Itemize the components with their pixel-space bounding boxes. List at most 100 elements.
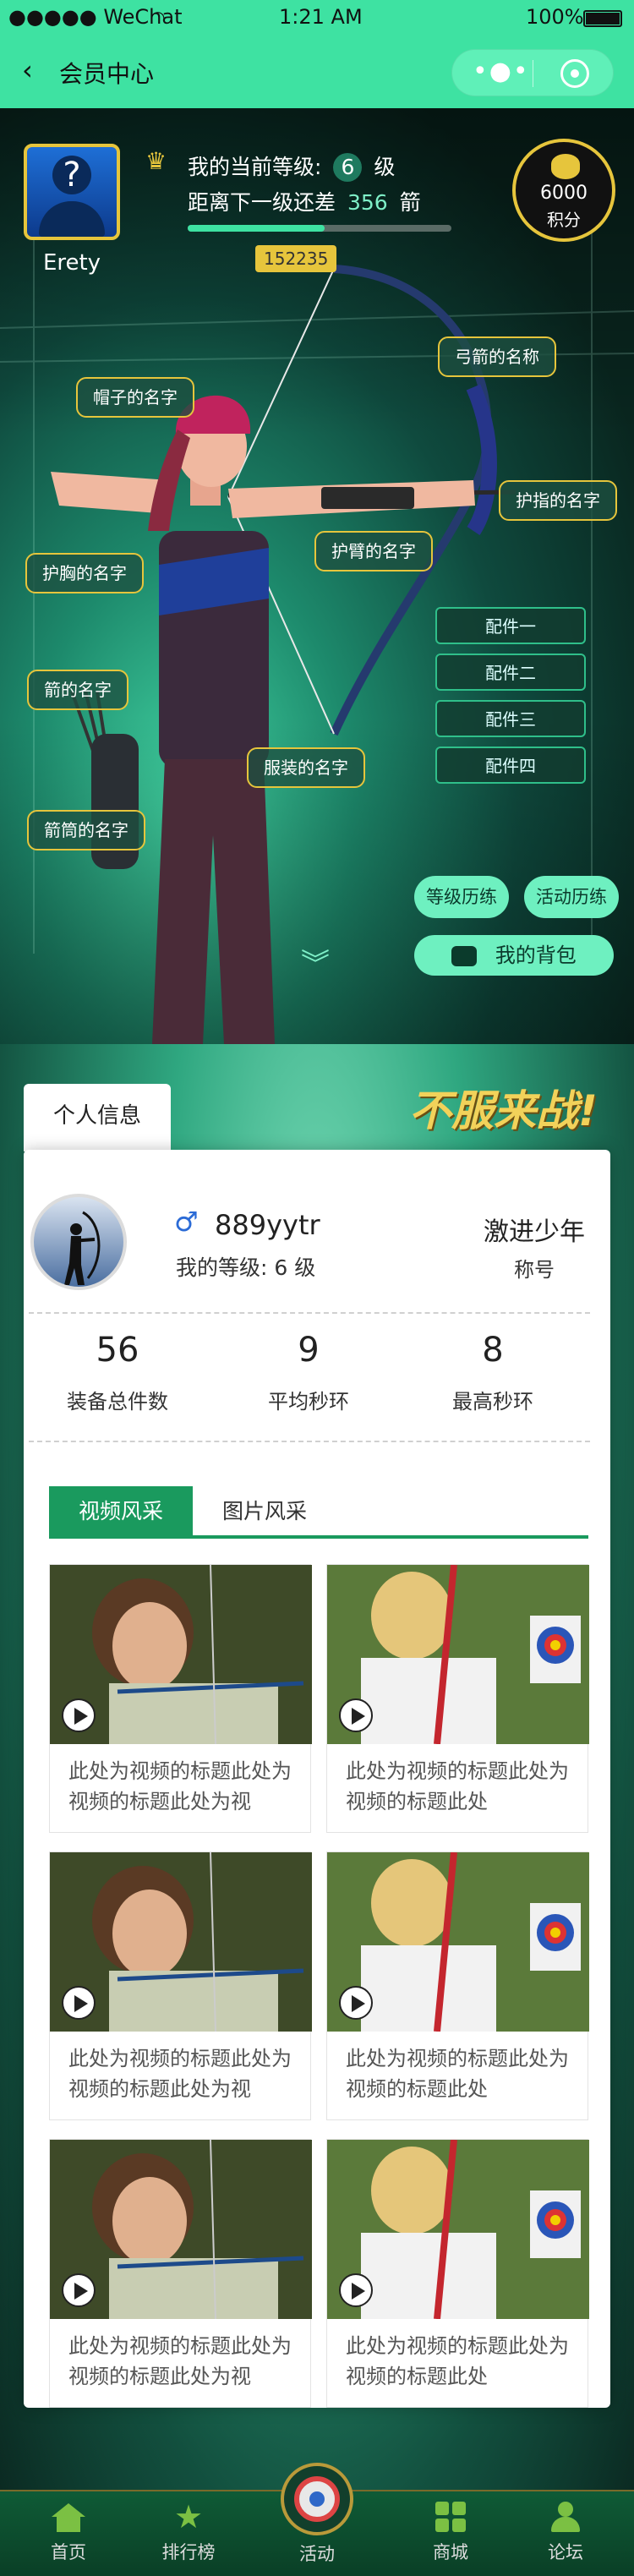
tab-personal-info[interactable]: 个人信息: [24, 1084, 171, 1151]
backpack-icon: [451, 946, 478, 966]
level-label: 我的当前等级:: [188, 155, 322, 179]
hero-section: ? Erety ♛ 我的当前等级: 6 级 距离下一级还差 356 箭 1522…: [0, 108, 634, 1044]
video-title: 此处为视频的标题此处为视频的标题此处: [346, 1759, 569, 1813]
my-level-label: 我的等级:: [176, 1255, 268, 1280]
tab-activity[interactable]: 活动: [254, 2463, 380, 2566]
page-title: 会员中心: [59, 60, 155, 88]
next-level-line: 距离下一级还差 356 箭: [188, 186, 421, 216]
play-icon[interactable]: [339, 1986, 373, 2020]
quiver-name-label[interactable]: 箭筒的名字: [27, 810, 145, 850]
username: Erety: [42, 250, 101, 276]
trophy-icon: ♛: [145, 147, 167, 175]
arrow-name-label[interactable]: 箭的名字: [27, 670, 128, 710]
video-thumbnail[interactable]: [50, 1852, 312, 2032]
divider: [29, 1312, 590, 1314]
accessory-1[interactable]: 配件一: [435, 607, 586, 644]
video-grid: 此处为视频的标题此处为视频的标题此处为视 此处为视频的标题此处为视频的标题此处 此处…: [49, 1564, 590, 2408]
video-card[interactable]: 此处为视频的标题此处为视频的标题此处: [326, 1851, 589, 2120]
tab-photo[interactable]: 图片风采: [193, 1486, 336, 1537]
male-icon: ♂: [174, 1206, 199, 1238]
clothes-name-label[interactable]: 服装的名字: [247, 747, 365, 788]
points-value: 6000: [540, 183, 588, 204]
more-icon[interactable]: •●•: [473, 57, 530, 86]
title-label: 称号: [514, 1258, 555, 1282]
video-card[interactable]: 此处为视频的标题此处为视频的标题此处为视: [49, 1851, 312, 2120]
video-thumbnail[interactable]: [327, 2140, 589, 2319]
tab-shop-label: 商城: [433, 2542, 468, 2562]
video-title: 此处为视频的标题此处为视频的标题此处为视: [68, 2334, 292, 2388]
nav-bar: ‹ 会员中心 •●•: [0, 36, 634, 108]
video-card[interactable]: 此处为视频的标题此处为视频的标题此处为视: [49, 2139, 312, 2408]
backpack-button[interactable]: 我的背包: [414, 935, 614, 976]
slogan: 不服来战!: [409, 1086, 598, 1135]
activity-history-button[interactable]: 活动历练: [524, 876, 619, 918]
video-thumbnail[interactable]: [50, 2140, 312, 2319]
progress-value-badge: 152235: [255, 245, 337, 272]
tab-ranking[interactable]: ★ 排行榜: [125, 2500, 252, 2564]
hat-name-label[interactable]: 帽子的名字: [76, 377, 194, 418]
unknown-avatar-icon: ?: [52, 156, 91, 194]
close-mini-icon[interactable]: [560, 59, 589, 88]
star-icon: ★: [173, 2498, 204, 2535]
status-time: 1:21 AM: [279, 5, 363, 29]
title-value: 激进少年: [484, 1217, 585, 1247]
next-level-label: 距离下一级还差: [188, 190, 336, 215]
archer-silhouette-icon: [64, 1211, 101, 1285]
play-icon[interactable]: [339, 1698, 373, 1732]
video-title: 此处为视频的标题此处为视频的标题此处为视: [68, 2047, 292, 2101]
stat-label-highest: 最高秒环: [452, 1390, 533, 1414]
video-thumbnail[interactable]: [327, 1852, 589, 2032]
stat-label-average: 平均秒环: [268, 1390, 349, 1414]
video-thumbnail[interactable]: [327, 1565, 589, 1744]
accessory-2[interactable]: 配件二: [435, 654, 586, 691]
home-icon: [52, 2503, 85, 2517]
video-card[interactable]: 此处为视频的标题此处为视频的标题此处: [326, 1564, 589, 1833]
video-thumbnail[interactable]: [50, 1565, 312, 1744]
video-card[interactable]: 此处为视频的标题此处为视频的标题此处: [326, 2139, 589, 2408]
points-label: 积分: [547, 210, 581, 230]
avatar[interactable]: ?: [24, 144, 120, 240]
accessory-3[interactable]: 配件三: [435, 700, 586, 737]
stat-value-average: 9: [298, 1331, 320, 1370]
people-icon: [544, 2502, 587, 2532]
tab-video[interactable]: 视频风采: [49, 1486, 193, 1537]
level-line: 我的当前等级: 6 级: [188, 150, 395, 182]
target-icon: [281, 2463, 353, 2535]
accessory-4[interactable]: 配件四: [435, 747, 586, 784]
level-unit: 级: [374, 155, 396, 179]
wifi-icon: ◠: [150, 7, 166, 27]
scroll-down-icon[interactable]: ︾: [301, 950, 330, 979]
video-title: 此处为视频的标题此处为视频的标题此处: [346, 2334, 569, 2388]
status-bar: ●●●●● WeChat ◠ 1:21 AM 100%: [0, 0, 634, 36]
bow-name-label[interactable]: 弓箭的名称: [438, 336, 556, 377]
divider: [29, 1441, 590, 1442]
video-title: 此处为视频的标题此处为视频的标题此处为视: [68, 1759, 292, 1813]
battery-text: 100%: [526, 5, 584, 29]
stat-value-highest: 8: [482, 1331, 504, 1370]
capsule-menu: •●•: [451, 49, 614, 96]
video-card[interactable]: 此处为视频的标题此处为视频的标题此处为视: [49, 1564, 312, 1833]
points-badge[interactable]: 6000 积分: [512, 139, 615, 242]
chest-guard-label[interactable]: 护胸的名字: [25, 553, 144, 593]
battery-icon: [583, 10, 622, 27]
tab-forum[interactable]: 论坛: [502, 2502, 629, 2564]
grid-icon: [435, 2502, 466, 2532]
finger-guard-label[interactable]: 护指的名字: [499, 480, 617, 521]
tab-home[interactable]: 首页: [5, 2503, 132, 2564]
play-icon[interactable]: [62, 2273, 96, 2307]
backpack-label: 我的背包: [495, 943, 577, 967]
arm-guard-label[interactable]: 护臂的名字: [314, 531, 433, 572]
level-number: 6: [333, 153, 363, 182]
user-avatar[interactable]: [30, 1194, 127, 1290]
user-name: 889yytr: [215, 1209, 320, 1241]
play-icon[interactable]: [62, 1698, 96, 1732]
play-icon[interactable]: [339, 2273, 373, 2307]
coins-icon: [551, 154, 580, 179]
tab-ranking-label: 排行榜: [161, 2542, 216, 2562]
level-progress-bar: [188, 225, 451, 232]
my-level: 我的等级: 6 级: [176, 1251, 315, 1282]
back-icon[interactable]: ‹: [22, 54, 33, 86]
tab-shop[interactable]: 商城: [387, 2502, 514, 2564]
level-history-button[interactable]: 等级历练: [414, 876, 509, 918]
play-icon[interactable]: [62, 1986, 96, 2020]
